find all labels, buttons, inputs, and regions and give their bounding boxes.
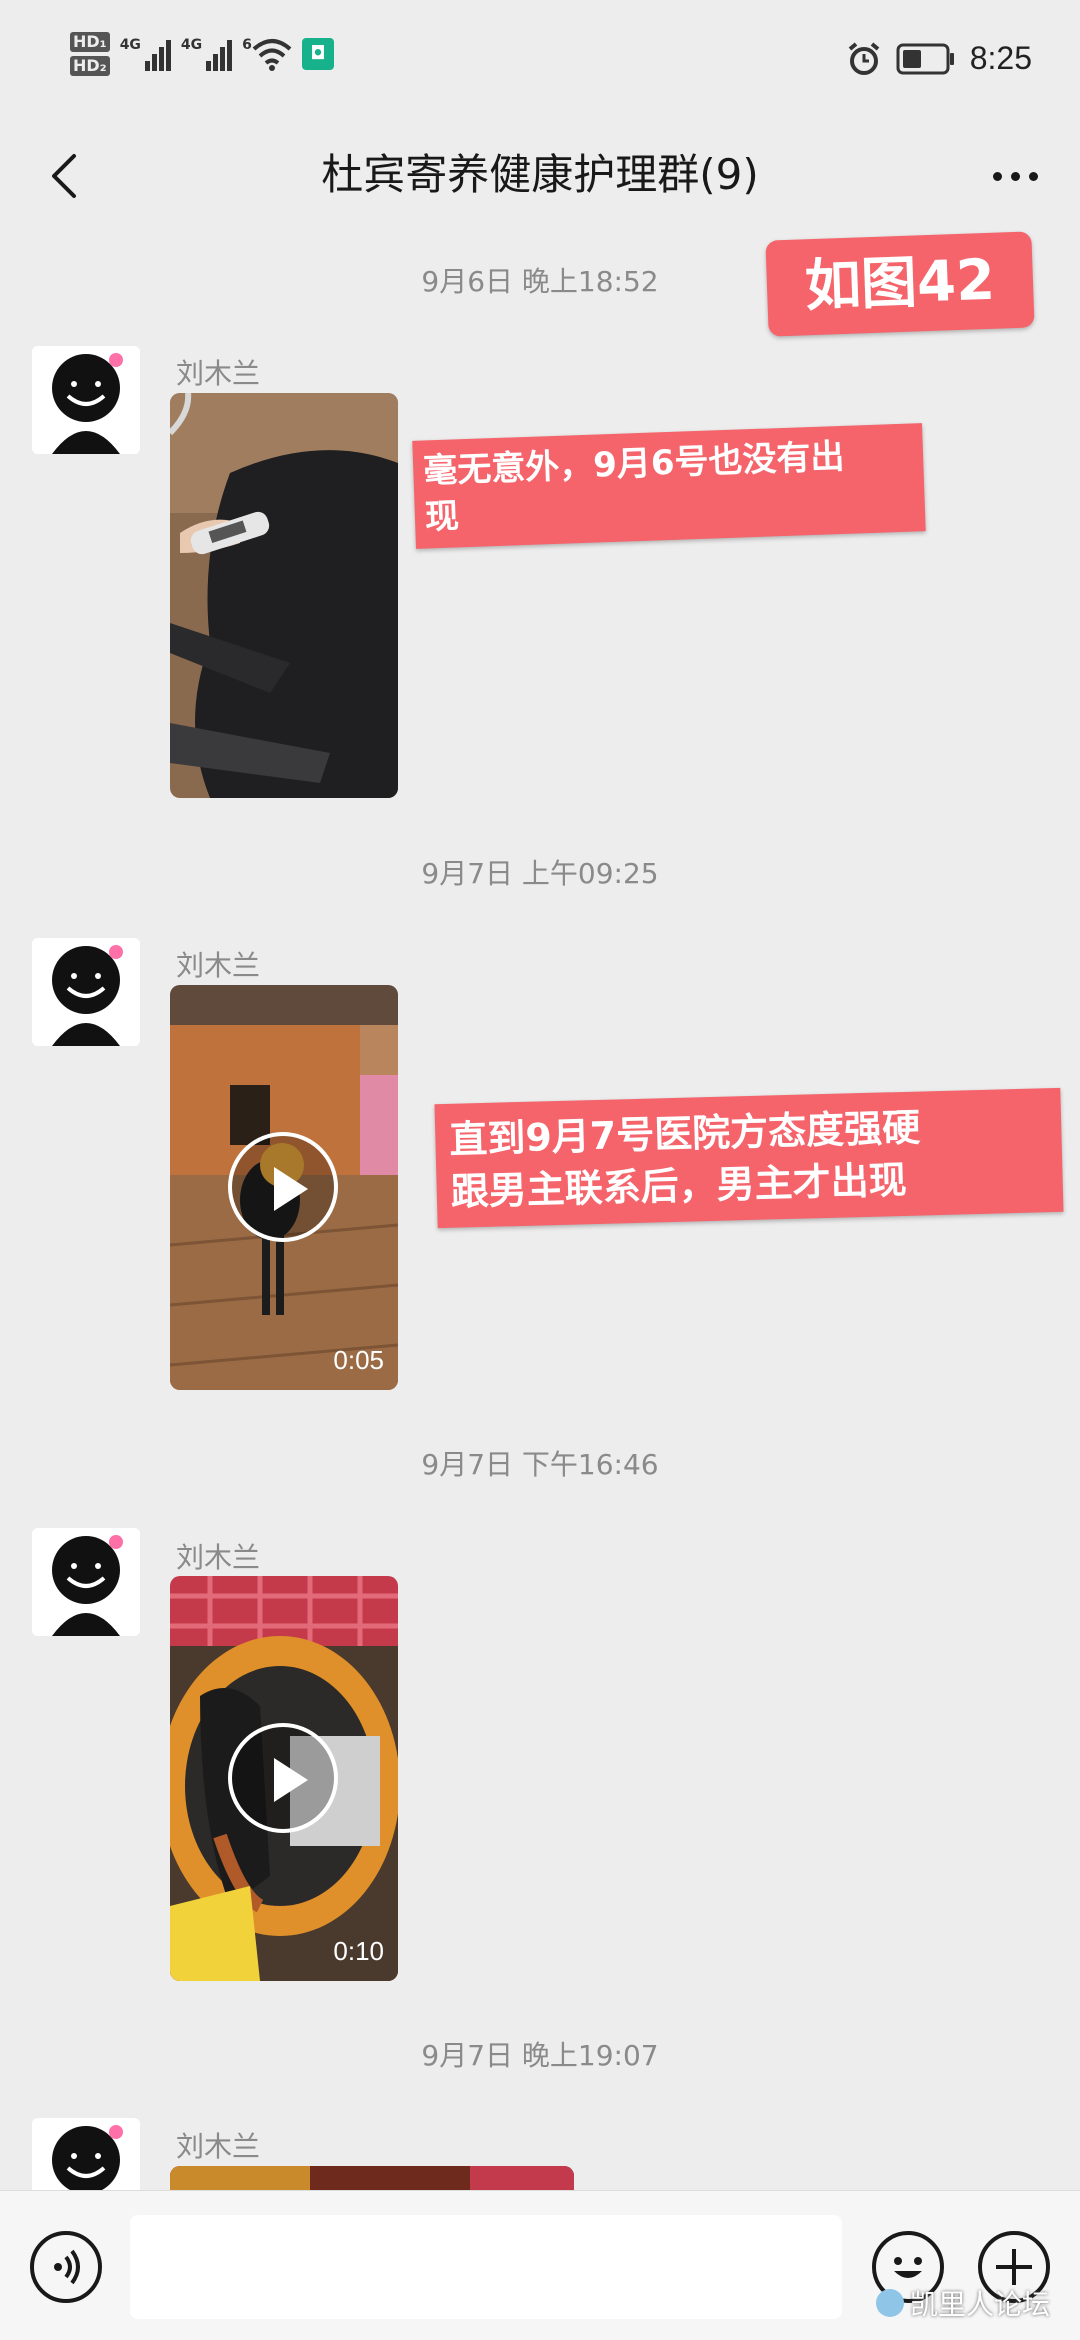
message-timestamp: 9月6日 晚上18:52 (421, 265, 659, 298)
video-duration: 0:05 (333, 1345, 384, 1375)
wifi-icon (252, 39, 292, 71)
message-timestamp: 9月7日 晚上19:07 (421, 2039, 659, 2072)
video-message[interactable]: 0:10 (170, 1576, 398, 1981)
avatar[interactable] (32, 1528, 140, 1636)
dog-photo (170, 393, 398, 798)
avatar[interactable] (32, 938, 140, 1046)
clock: 8:25 (969, 40, 1032, 76)
voice-waves (54, 2249, 80, 2285)
chat-title: 杜宾寄养健康护理群(9) (321, 150, 759, 199)
battery-icon (896, 43, 954, 74)
hd1-badge: HD₁ (70, 32, 110, 52)
watermark-text: 凯里人论坛 (909, 2288, 1050, 2321)
more-dots-icon[interactable] (980, 148, 1050, 204)
signal-icon: 4G (180, 37, 233, 71)
network-type-1: 4G (119, 37, 141, 53)
message-timestamp: 9月7日 下午16:46 (421, 1448, 659, 1481)
signal-icon: 4G (120, 37, 171, 71)
message-input[interactable] (130, 2215, 842, 2319)
nav-bar: 杜宾寄养健康护理群(9) (0, 120, 1080, 230)
avatar[interactable] (32, 2118, 140, 2190)
sender-name: 刘木兰 (176, 2130, 261, 2163)
video-message[interactable]: 0:05 (170, 985, 398, 1390)
play-icon[interactable] (228, 1132, 338, 1242)
status-left: HD₁ HD₂ 4G 4G 6 ◘ (70, 32, 334, 76)
input-bar: 凯里人论坛 (0, 2190, 1080, 2340)
network-type-2: 4G (180, 37, 203, 53)
sender-name: 刘木兰 (176, 949, 261, 982)
play-icon[interactable] (228, 1723, 338, 1833)
annotation-note: 直到9月7号医院方态度强硬 跟男主联系后，男主才出现 (434, 1087, 1064, 1229)
mi-icon: ◘ (301, 38, 334, 70)
status-bar: HD₁ HD₂ 4G 4G 6 ◘ 8:25 (0, 0, 1080, 120)
sender-name: 刘木兰 (176, 1541, 261, 1574)
alarm-icon (848, 41, 879, 75)
annotation-note: 毫无意外，9月6号也没有出 现 (412, 423, 926, 549)
avatar-image (32, 938, 140, 1046)
image-message[interactable] (170, 393, 398, 798)
partial-photo (170, 2166, 574, 2190)
wifi-label: 6 (242, 37, 252, 53)
wifi-indicator: 6 (242, 37, 292, 71)
hd2-badge: HD₂ (70, 56, 110, 76)
image-message[interactable] (170, 2166, 574, 2190)
avatar-image (32, 346, 140, 454)
voice-icon[interactable] (30, 2231, 102, 2303)
status-right: 8:25 (846, 40, 1032, 77)
sender-name: 刘木兰 (176, 357, 261, 390)
message-timestamp: 9月7日 上午09:25 (421, 857, 659, 890)
avatar-image (32, 1528, 140, 1636)
video-duration: 0:10 (333, 1936, 384, 1966)
avatar[interactable] (32, 346, 140, 454)
avatar-image (32, 2118, 140, 2190)
wechat-icon (875, 2289, 904, 2317)
watermark: 凯里人论坛 (875, 2283, 1050, 2323)
hd-indicators: HD₁ HD₂ (70, 32, 110, 76)
